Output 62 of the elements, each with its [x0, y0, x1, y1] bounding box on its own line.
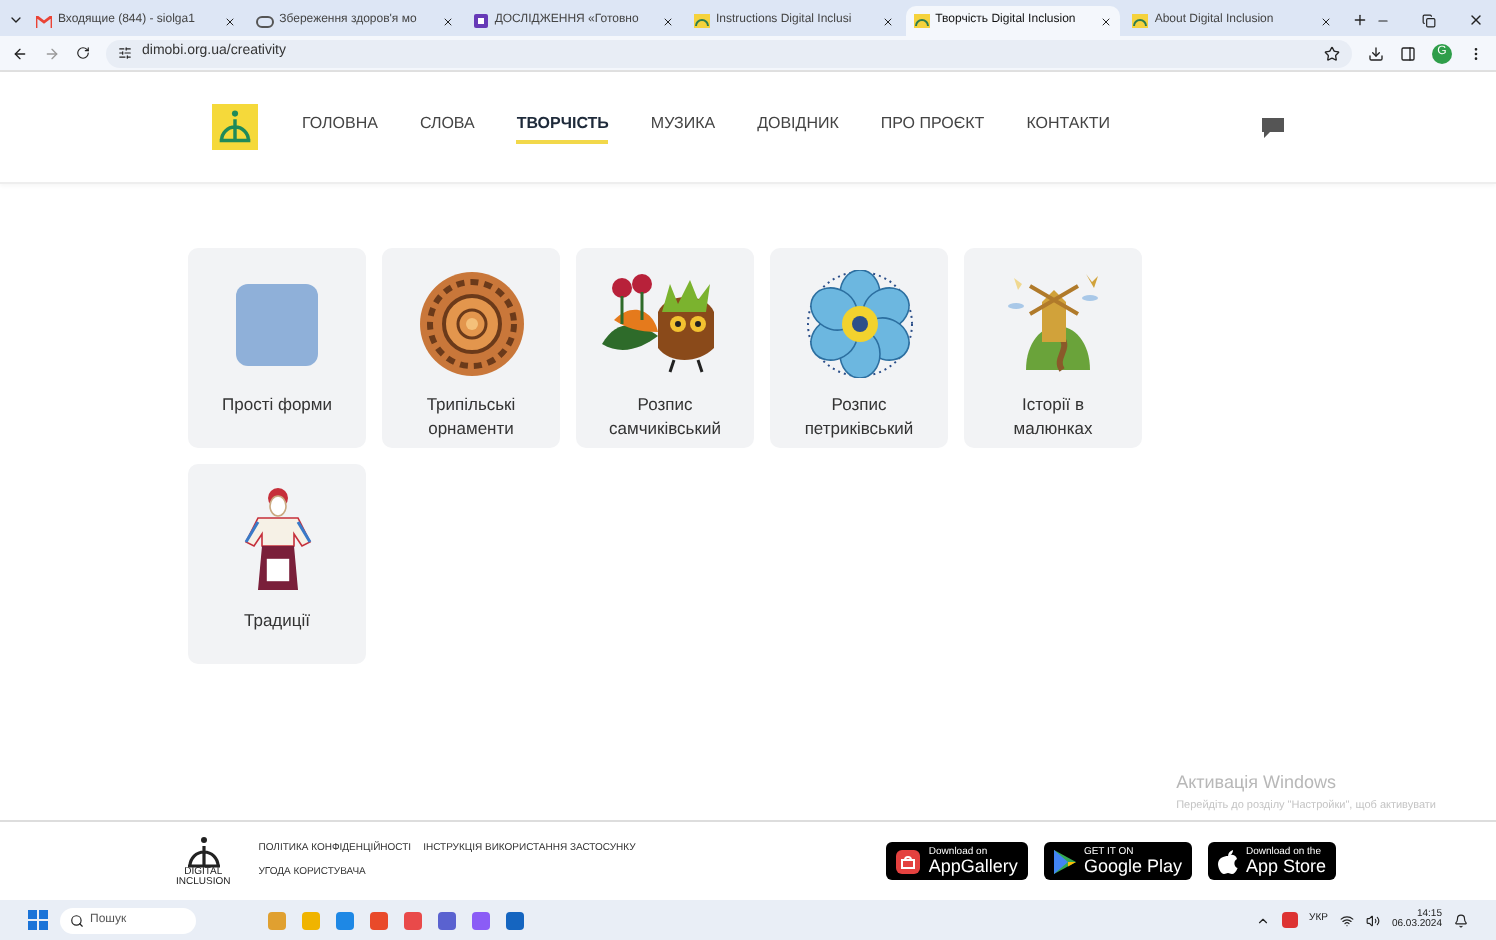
play-triangle-icon [1053, 849, 1076, 873]
badge-store-name: AppGallery [928, 857, 1018, 875]
nav-link[interactable]: ГОЛОВНА [302, 111, 378, 143]
download-icon[interactable] [1368, 45, 1384, 61]
sidepanel-icon[interactable] [1400, 45, 1416, 61]
flower-drawing [803, 270, 915, 378]
form-icon [474, 14, 489, 28]
nav-link[interactable]: ПРО ПРОЄКТ [880, 111, 985, 143]
category-card[interactable]: Прості форми [188, 248, 366, 448]
category-card[interactable]: Трипільські орнаменти [382, 248, 560, 448]
star-icon[interactable] [1324, 45, 1340, 61]
restore-icon[interactable] [1421, 13, 1436, 27]
footer-logo-icon [183, 835, 224, 867]
notification-icon[interactable] [1454, 913, 1468, 927]
card-title: Історії в малюнках [1011, 392, 1095, 440]
close-icon[interactable] [661, 15, 674, 27]
link-icon [255, 15, 274, 27]
category-card[interactable]: Розпис петриківський [770, 248, 948, 448]
close-icon[interactable] [442, 15, 455, 27]
back-icon[interactable] [12, 45, 28, 61]
nav-link[interactable]: МУЗИКА [650, 111, 716, 143]
category-card[interactable]: Традиції [188, 464, 366, 664]
category-card[interactable]: Історії в малюнках [964, 248, 1142, 448]
tab-search-icon[interactable] [8, 12, 24, 28]
volume-icon[interactable] [1365, 913, 1380, 927]
wifi-icon[interactable] [1339, 913, 1354, 927]
close-icon[interactable] [1100, 15, 1113, 27]
nav-link[interactable]: ТВОРЧІСТЬ [516, 111, 609, 143]
ornament-drawing [419, 272, 523, 376]
nav-link[interactable]: СЛОВА [419, 111, 475, 143]
badge-store-name: Google Play [1083, 857, 1182, 875]
nav-link[interactable]: ДОВІДНИК [757, 111, 839, 143]
mail-icon [35, 15, 52, 27]
square-shape [236, 283, 318, 365]
apple-icon [1217, 849, 1238, 873]
site-settings-icon[interactable] [118, 46, 132, 60]
windmill-drawing [1005, 270, 1101, 378]
card-title: Традиції [242, 608, 312, 632]
site-logo[interactable] [212, 104, 258, 150]
activation-title: Активація Windows [1176, 770, 1339, 797]
site-logo-icon [1132, 14, 1149, 28]
tray-chevron-icon[interactable] [1255, 913, 1270, 927]
site-logo-icon [693, 14, 710, 28]
card-title: Трипільські орнаменти [424, 392, 518, 440]
card-title: Розпис петриківський [802, 392, 916, 440]
nav-link[interactable]: КОНТАКТИ [1026, 111, 1111, 143]
gallery-app-icon [896, 849, 921, 873]
reload-icon[interactable] [76, 46, 90, 60]
site-logo-icon [913, 14, 930, 28]
start-icon[interactable] [28, 910, 48, 930]
tray-app-icon[interactable] [1281, 912, 1298, 928]
close-icon[interactable] [223, 15, 236, 27]
card-title: Прості форми [220, 392, 334, 416]
close-icon[interactable] [1320, 15, 1332, 27]
chat-icon[interactable] [1262, 117, 1284, 137]
badge-store-name: App Store [1245, 857, 1326, 875]
card-title: Розпис самчиківський [607, 392, 723, 440]
close-window-icon[interactable] [1467, 12, 1484, 28]
category-card[interactable]: Розпис самчиківський [576, 248, 754, 448]
search-icon [70, 913, 84, 927]
close-icon[interactable] [881, 15, 894, 27]
new-tab-icon[interactable] [1352, 12, 1368, 28]
